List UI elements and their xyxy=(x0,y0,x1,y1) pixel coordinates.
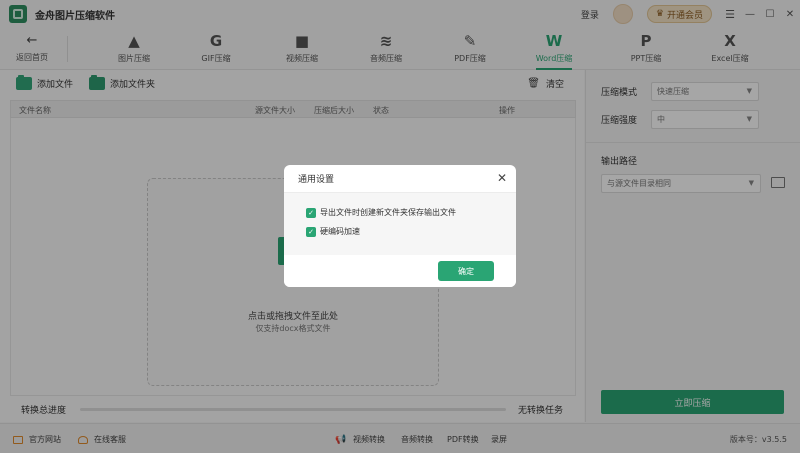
checkbox-checked-icon[interactable]: ✓ xyxy=(306,207,316,218)
checkbox-checked-icon[interactable]: ✓ xyxy=(306,226,316,237)
option-hardware-acceleration[interactable]: ✓ 硬编码加速 xyxy=(306,226,516,237)
dialog-header: 通用设置 ✕ xyxy=(284,165,516,193)
general-settings-dialog: 通用设置 ✕ ✓ 导出文件时创建新文件夹保存输出文件 ✓ 硬编码加速 确定 xyxy=(284,165,516,287)
dialog-title: 通用设置 xyxy=(298,175,335,185)
option-new-folder-label: 导出文件时创建新文件夹保存输出文件 xyxy=(320,208,456,217)
option-new-folder[interactable]: ✓ 导出文件时创建新文件夹保存输出文件 xyxy=(306,207,516,218)
dialog-footer: 确定 xyxy=(284,255,516,287)
ok-button[interactable]: 确定 xyxy=(438,261,494,281)
close-icon[interactable]: ✕ xyxy=(497,171,507,185)
dialog-body: ✓ 导出文件时创建新文件夹保存输出文件 ✓ 硬编码加速 xyxy=(284,193,516,255)
option-hardware-acceleration-label: 硬编码加速 xyxy=(320,227,360,236)
